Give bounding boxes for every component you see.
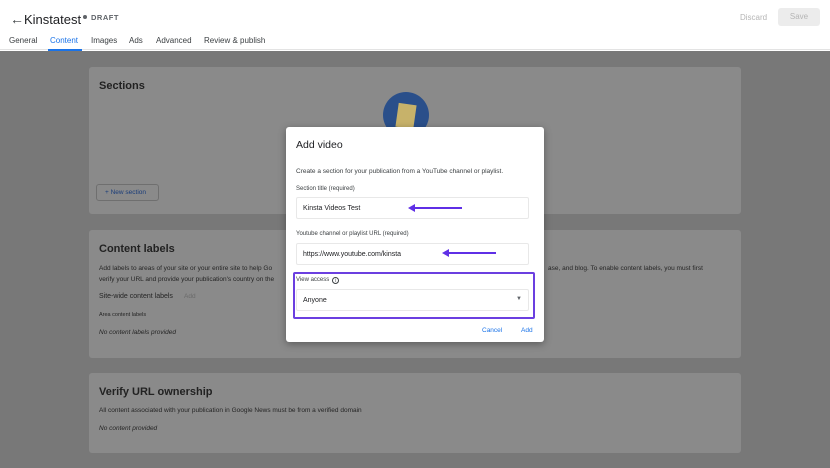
annotation-arrowhead-url (442, 249, 449, 257)
site-wide-labels-heading: Site-wide content labels (99, 293, 173, 300)
add-site-wide-label-button[interactable]: Add (184, 293, 196, 300)
annotation-arrow-title (414, 207, 462, 209)
annotation-arrow-url (448, 252, 496, 254)
verify-url-description: All content associated with your publica… (99, 407, 362, 414)
publication-title: Kinstatest (24, 12, 82, 27)
verify-url-empty: No content provided (99, 425, 158, 432)
section-title-label: Section title (required) (296, 186, 355, 192)
verify-url-title: Verify URL ownership (99, 386, 213, 398)
view-access-highlight (293, 272, 535, 319)
tab-advanced[interactable]: Advanced (156, 36, 192, 45)
content-labels-description-cont: ase, and blog. To enable content labels,… (548, 265, 703, 272)
cancel-button[interactable]: Cancel (482, 327, 502, 334)
tab-general[interactable]: General (9, 36, 37, 45)
content-labels-title: Content labels (99, 243, 175, 255)
tab-images[interactable]: Images (91, 36, 117, 45)
tab-content[interactable]: Content (50, 36, 78, 45)
document-icon (395, 102, 417, 130)
discard-button[interactable]: Discard (740, 13, 767, 22)
verify-url-card: Verify URL ownership All content associa… (89, 373, 741, 453)
top-bar: ← Kinstatest DRAFT Discard Save General … (0, 0, 830, 51)
new-section-button[interactable]: + New section (96, 184, 159, 201)
save-button[interactable]: Save (778, 8, 820, 26)
status-badge: DRAFT (91, 13, 119, 22)
section-title-value: Kinsta Videos Test (303, 205, 361, 212)
sections-title: Sections (99, 80, 145, 92)
dialog-title: Add video (296, 139, 343, 151)
dialog-description: Create a section for your publication fr… (296, 168, 504, 175)
content-labels-description-line2: verify your URL and provide your publica… (99, 276, 275, 283)
arrow-left-icon[interactable]: ← (10, 11, 24, 27)
content-labels-description: Add labels to areas of your site or your… (99, 265, 273, 272)
annotation-arrowhead-title (408, 204, 415, 212)
area-labels-heading: Area content labels (99, 312, 147, 318)
channel-url-value: https://www.youtube.com/kinsta (303, 251, 402, 258)
status-dot (83, 15, 87, 19)
add-button[interactable]: Add (521, 327, 533, 334)
content-labels-empty: No content labels provided (99, 329, 176, 336)
url-label: Youtube channel or playlist URL (require… (296, 231, 409, 237)
channel-url-input[interactable]: https://www.youtube.com/kinsta (296, 243, 529, 265)
tab-ads[interactable]: Ads (129, 36, 143, 45)
tab-review-publish[interactable]: Review & publish (204, 36, 265, 45)
